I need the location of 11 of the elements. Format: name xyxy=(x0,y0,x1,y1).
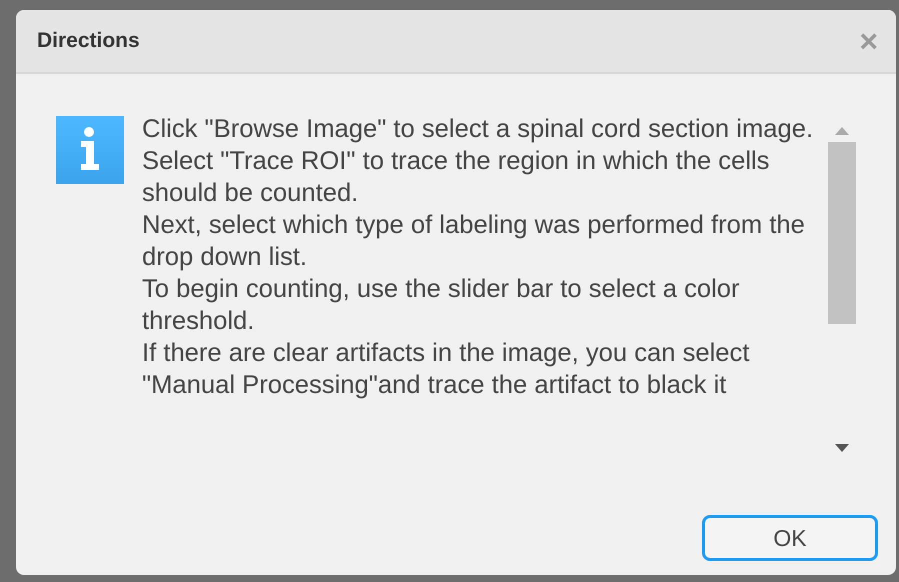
ok-button[interactable]: OK xyxy=(702,515,878,561)
scrollbar-thumb[interactable] xyxy=(828,142,856,324)
dialog-title: Directions xyxy=(37,29,140,53)
instruction-text: Click "Browse Image" to select a spinal cord section image. xyxy=(142,116,814,145)
instruction-text: Select "Trace ROI" to trace the region in which the cells should be counted. xyxy=(142,146,770,209)
info-icon xyxy=(56,116,124,184)
instruction-text: If there are clear artifacts in the image, you can select "Manual Processing"and trace the artifact to black it xyxy=(142,338,750,401)
instruction-text: Next, select which type of labeling was performed from the drop down list. xyxy=(142,210,806,273)
scroll-down-icon[interactable] xyxy=(835,444,849,452)
instruction-text: To begin counting, use the slider bar to select a color threshold. xyxy=(142,274,741,337)
scroll-up-icon[interactable] xyxy=(835,127,849,135)
